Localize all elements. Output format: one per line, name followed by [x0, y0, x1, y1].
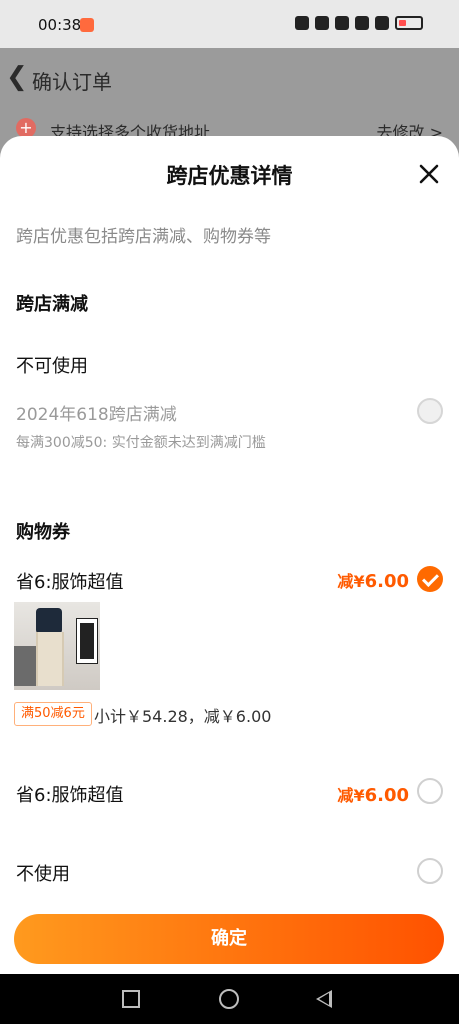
battery-icon	[395, 16, 423, 30]
coupon-2-currency: ¥	[353, 786, 365, 805]
home-icon[interactable]	[219, 989, 239, 1009]
coupon-1-amount: 6.00	[364, 571, 409, 592]
recent-apps-icon[interactable]	[122, 990, 140, 1008]
no-use-radio[interactable]	[417, 858, 443, 884]
discount-detail-sheet: 跨店优惠详情 跨店优惠包括跨店满减、购物券等 跨店满减 不可使用 2024年61…	[0, 136, 459, 974]
no-use-label[interactable]: 不使用	[16, 860, 70, 886]
unavailable-label: 不可使用	[16, 356, 88, 377]
product-thumbnail	[14, 602, 100, 690]
status-time: 00:38	[38, 16, 82, 34]
signal-icon	[375, 16, 389, 30]
coupon-1-discount: 减¥6.00	[337, 568, 409, 592]
coupons-section-title: 购物券	[16, 522, 70, 543]
mute-icon	[335, 16, 349, 30]
alarm-icon	[295, 16, 309, 30]
app-notification-icon	[80, 18, 94, 32]
coupon-1-subtotal: 小计￥54.28，减￥6.00	[94, 707, 272, 726]
coupon-1-name[interactable]: 省6:服饰超值	[16, 568, 124, 594]
plus-icon: +	[16, 118, 36, 138]
status-icons	[295, 16, 423, 30]
sheet-title: 跨店优惠详情	[166, 164, 293, 188]
coupon-1-discount-prefix: 减	[337, 572, 354, 591]
back-chevron-icon[interactable]: ❮	[6, 62, 28, 92]
page-title: 确认订单	[32, 70, 112, 94]
coupon-1-radio-checked[interactable]	[417, 566, 443, 592]
confirm-button[interactable]: 确定	[14, 914, 444, 964]
coupon-1-currency: ¥	[353, 572, 365, 591]
coupon-2-name[interactable]: 省6:服饰超值	[16, 781, 124, 807]
wifi-icon	[355, 16, 369, 30]
location-icon	[315, 16, 329, 30]
coupon-threshold-badge: 满50减6元	[14, 702, 92, 726]
cross-store-item-name: 2024年618跨店满减	[16, 405, 177, 425]
coupon-2-discount: 减¥6.00	[337, 782, 409, 806]
status-bar: 00:38	[0, 0, 459, 48]
cross-store-item-desc: 每满300减50: 实付金额未达到满减门槛	[16, 435, 266, 451]
cross-store-radio	[417, 398, 443, 424]
coupon-2-amount: 6.00	[364, 785, 409, 806]
sheet-subtitle: 跨店优惠包括跨店满减、购物券等	[16, 227, 271, 247]
coupon-2-discount-prefix: 减	[337, 786, 354, 805]
coupon-2-radio[interactable]	[417, 778, 443, 804]
cross-store-section-title: 跨店满减	[16, 294, 88, 315]
system-nav-bar	[0, 974, 459, 1024]
close-icon[interactable]	[417, 162, 441, 186]
back-icon[interactable]	[316, 990, 332, 1008]
